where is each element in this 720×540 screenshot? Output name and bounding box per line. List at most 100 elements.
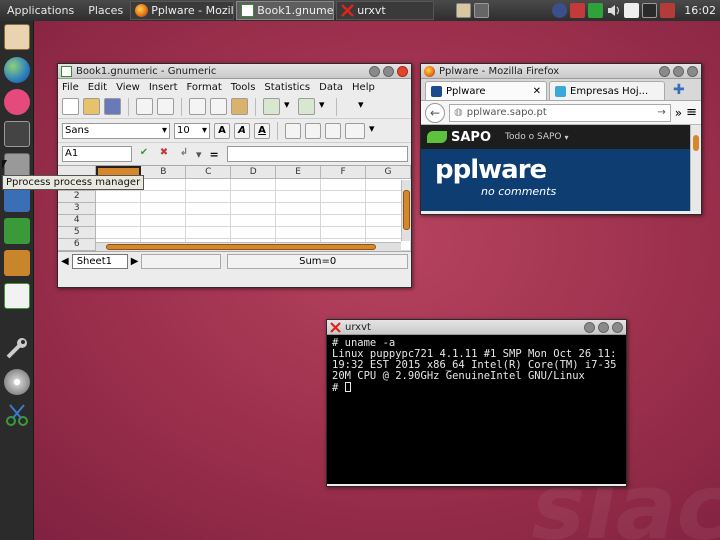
urxvt-titlebar[interactable]: urxvt [327,320,626,335]
taskbar-item-gnumeric[interactable]: Book1.gnumeric - [236,1,335,20]
cell[interactable] [275,226,322,239]
align-left-icon[interactable] [285,122,301,139]
maximize-button[interactable] [673,65,684,77]
minimize-button[interactable] [369,65,380,77]
places-menu[interactable]: Places [81,0,130,21]
menu-format[interactable]: Format [187,82,222,93]
firefox-titlebar[interactable]: Pplware - Mozilla Firefox [421,64,701,79]
desktop-switch-2-icon[interactable] [474,3,490,18]
spreadsheet-icon[interactable] [4,218,30,244]
merge-cells-icon[interactable] [345,122,365,139]
disc-burner-icon[interactable] [4,369,30,395]
firefox-vertical-scrollbar[interactable] [690,125,701,211]
cell[interactable] [95,214,142,227]
cell[interactable] [230,226,277,239]
close-button[interactable] [612,321,623,333]
home-icon[interactable] [4,24,30,50]
cell[interactable] [230,178,277,191]
cell[interactable] [275,178,322,191]
row-header[interactable]: 5 [58,226,97,239]
font-name-select[interactable]: Sans ▾ [62,122,170,139]
function-dropdown-icon[interactable]: ▾ [196,148,202,161]
sapo-menu[interactable]: Todo o SAPO [505,132,561,142]
bold-button[interactable]: A [214,122,230,139]
menu-file[interactable]: File [62,82,79,93]
tab-pplware[interactable]: Pplware ✕ [425,81,547,100]
minimize-button[interactable] [659,65,670,77]
paste-icon[interactable] [231,98,248,115]
cell[interactable] [95,190,142,203]
cell[interactable] [140,226,187,239]
browser-globe-icon[interactable] [4,57,30,83]
shield-icon[interactable] [570,3,586,18]
menu-data[interactable]: Data [319,82,343,93]
menu-help[interactable]: Help [352,82,375,93]
cell[interactable] [320,214,366,227]
row-header[interactable]: 4 [58,214,97,227]
menu-tools[interactable]: Tools [231,82,256,93]
cell[interactable] [185,202,232,215]
cancel-icon[interactable]: ✖ [156,146,172,162]
url-bar[interactable]: ◍ pplware.sapo.pt → [449,103,671,122]
menu-edit[interactable]: Edit [88,82,107,93]
notes-icon[interactable] [624,3,640,18]
chat-icon[interactable] [4,89,30,115]
close-button[interactable] [687,65,698,77]
new-file-icon[interactable] [62,98,79,115]
menu-insert[interactable]: Insert [149,82,178,93]
hamburger-menu-icon[interactable]: ≡ [686,105,697,120]
maximize-button[interactable] [383,65,394,77]
sapo-logo[interactable]: SAPO [451,130,491,145]
cell[interactable] [275,202,322,215]
formula-input[interactable] [226,146,408,162]
column-header[interactable]: C [185,166,232,179]
taskbar-item-firefox[interactable]: Pplware - Mozilla F [130,1,235,20]
close-button[interactable] [397,65,408,77]
copy-icon[interactable] [210,98,227,115]
close-tab-icon[interactable]: ✕ [533,86,541,97]
font-size-select[interactable]: 10 ▾ [174,122,210,139]
menu-statistics[interactable]: Statistics [264,82,310,93]
menu-view[interactable]: View [116,82,140,93]
row-header[interactable]: 3 [58,202,97,215]
settings-wrench-icon[interactable] [4,335,30,361]
network-icon[interactable] [552,3,568,18]
back-button[interactable]: ← [425,102,445,123]
cut-icon[interactable] [189,98,206,115]
new-tab-icon[interactable]: ✚ [667,80,691,100]
accept-icon[interactable]: ✔ [136,146,152,162]
taskbar-item-urxvt[interactable]: urxvt [336,1,435,20]
volume-icon[interactable] [606,3,621,18]
cell[interactable] [230,214,277,227]
redo-dropdown-icon[interactable]: ▾ [319,98,329,115]
terminal-icon[interactable] [4,121,30,147]
cell[interactable] [320,226,366,239]
text-editor-icon[interactable] [4,283,30,309]
cell[interactable] [230,202,277,215]
format-overflow-icon[interactable]: ▾ [369,122,379,139]
cell[interactable] [140,214,187,227]
redo-icon[interactable] [298,98,315,115]
overflow-chevron-icon[interactable]: » [675,106,682,120]
align-center-icon[interactable] [305,122,321,139]
undo-icon[interactable] [263,98,280,115]
desktop-switch-1-icon[interactable] [456,3,472,18]
cell[interactable] [95,202,142,215]
minimize-button[interactable] [584,321,595,333]
italic-button[interactable]: A [234,122,250,139]
pplware-logo[interactable]: pplware [435,155,547,185]
cell-reference-field[interactable]: A1 [62,146,132,162]
vertical-scroll-thumb[interactable] [403,190,410,230]
cell[interactable] [320,178,366,191]
terminal-output[interactable]: # uname -a Linux puppypc721 4.1.11 #1 SMP… [327,335,626,484]
print-preview-icon[interactable] [157,98,174,115]
paint-icon[interactable] [4,250,30,276]
url-forward-icon[interactable]: → [657,107,665,118]
power-icon[interactable] [642,3,658,18]
cell[interactable] [185,190,232,203]
firewall-icon[interactable] [660,3,676,18]
cell[interactable] [140,190,187,203]
column-header[interactable]: F [320,166,366,179]
align-right-icon[interactable] [325,122,341,139]
storage-icon[interactable] [588,3,604,18]
